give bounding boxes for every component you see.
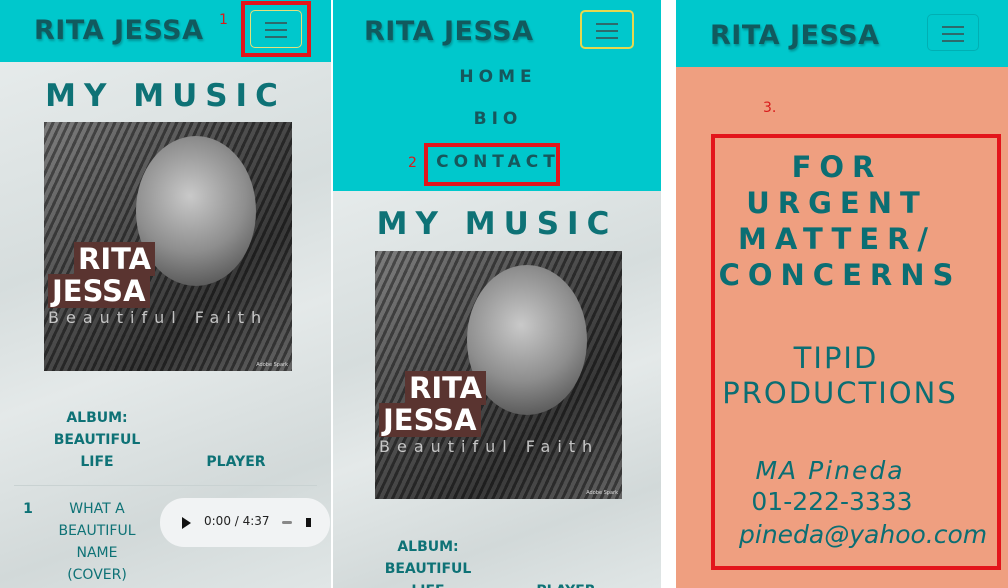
album-header-line: LIFE: [383, 580, 473, 588]
track-title: WHAT A BEAUTIFUL NAME (COVER): [52, 498, 142, 586]
album-cover: RITA JESSA Beautiful Faith Adobe Spark: [44, 122, 292, 371]
cover-name-line2: JESSA: [48, 274, 150, 308]
cover-stamp: Adobe Spark: [256, 362, 288, 368]
play-icon[interactable]: [182, 517, 191, 529]
navbar: RITA JESSA: [676, 0, 1008, 67]
brand-logo[interactable]: RITA JESSA: [34, 15, 204, 46]
album-header-line: ALBUM:: [66, 410, 128, 426]
contact-heading-line: MATTER/: [737, 222, 936, 256]
hamburger-icon: [596, 23, 618, 25]
company-name-line: PRODUCTIONS: [722, 376, 958, 410]
album-header-line: BEAUTIFUL: [53, 432, 141, 448]
cover-stamp: Adobe Spark: [586, 490, 618, 496]
seek-bar[interactable]: [282, 521, 292, 524]
company-name-line: TIPID: [793, 341, 879, 375]
hamburger-icon: [942, 26, 964, 28]
volume-icon[interactable]: [306, 518, 311, 527]
audio-player[interactable]: 0:00 / 4:37: [160, 498, 330, 547]
annotation-number: 1: [219, 12, 228, 28]
hamburger-icon-bar: [596, 30, 618, 32]
track-title-line: BEAUTIFUL: [58, 523, 136, 539]
contact-person: MA Pineda: [755, 456, 905, 485]
cover-subtitle: Beautiful Faith: [379, 437, 600, 456]
album-header-line: ALBUM:: [397, 539, 459, 555]
cover-name-line1: RITA: [74, 242, 156, 276]
screenshot-panel-3: RITA JESSA 3. FOR URGENT MATTER/ CONCERN…: [676, 0, 1008, 588]
page-title: MY MUSIC: [45, 78, 286, 114]
menu-toggle-button[interactable]: [927, 14, 979, 51]
cover-subtitle: Beautiful Faith: [48, 308, 269, 327]
player-header: PLAYER: [206, 454, 266, 470]
nav-item-home[interactable]: HOME: [345, 67, 651, 87]
album-header: ALBUM: BEAUTIFUL LIFE: [52, 407, 142, 473]
track-number: 1: [23, 501, 33, 517]
brand-logo[interactable]: RITA JESSA: [364, 16, 534, 47]
player-header: PLAYER: [526, 580, 606, 588]
player-time: 0:00 / 4:37: [204, 514, 270, 528]
table-divider: [14, 485, 317, 486]
screenshot-panel-1: RITA JESSA 1 MY MUSIC RITA JESSA Beautif…: [0, 0, 331, 588]
contact-heading-line: URGENT: [746, 186, 928, 220]
album-header-line: LIFE: [80, 454, 114, 470]
highlight-box: [241, 1, 311, 57]
highlight-box: [424, 143, 560, 186]
track-title-line: NAME: [76, 545, 118, 561]
annotation-number: 3.: [763, 100, 777, 116]
track-title-line: (COVER): [67, 567, 127, 583]
annotation-number: 2: [408, 155, 417, 171]
nav-item-bio[interactable]: BIO: [345, 109, 651, 129]
cover-name-line1: RITA: [405, 371, 487, 405]
page-title: MY MUSIC: [376, 206, 618, 242]
contact-heading-line: FOR: [791, 150, 883, 184]
album-cover: RITA JESSA Beautiful Faith Adobe Spark: [375, 251, 622, 499]
album-header-line: BEAUTIFUL: [384, 561, 472, 577]
hamburger-icon-bar: [942, 33, 964, 35]
hamburger-icon-bar: [942, 40, 964, 42]
contact-heading-line: CONCERNS: [718, 258, 962, 292]
brand-logo[interactable]: RITA JESSA: [710, 20, 880, 51]
track-title-line: WHAT A: [69, 501, 125, 517]
hamburger-icon-bar: [596, 37, 618, 39]
screenshot-panel-2: RITA JESSA HOME BIO CONTACT 2 MY MUSIC R…: [333, 0, 661, 588]
contact-phone: 01-222-3333: [751, 487, 913, 516]
menu-toggle-button[interactable]: [580, 10, 634, 49]
cover-name-line2: JESSA: [379, 403, 481, 437]
album-header: ALBUM: BEAUTIFUL LIFE: [383, 536, 473, 588]
contact-email[interactable]: pineda@yahoo.com: [739, 520, 1008, 549]
